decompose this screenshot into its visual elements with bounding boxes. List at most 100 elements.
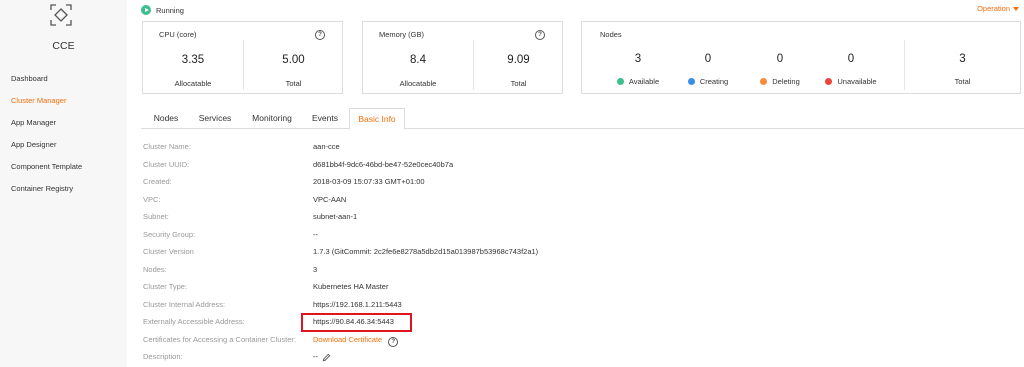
info-row: Security Group: -- bbox=[143, 230, 743, 242]
info-key: Cluster Internal Address: bbox=[143, 299, 226, 309]
info-row: Subnet: subnet-aan-1 bbox=[143, 212, 743, 224]
available-dot bbox=[616, 78, 624, 85]
info-value: subnet-aan-1 bbox=[313, 212, 358, 221]
highlight-box bbox=[301, 313, 412, 332]
legend-unavailable: Unavailable bbox=[811, 77, 891, 86]
info-value: 2018-03-09 15:07:33 GMT+01:00 bbox=[313, 177, 425, 186]
status-text: Running bbox=[156, 5, 184, 15]
sidebar-item-app-manager[interactable]: App Manager bbox=[0, 112, 127, 134]
download-certificate-link[interactable]: Download Certificate ? bbox=[313, 334, 399, 347]
description-text: -- bbox=[313, 352, 318, 361]
info-row: Cluster Type: Kubernetes HA Master bbox=[143, 282, 743, 294]
sidebar-item-component-template[interactable]: Component Template bbox=[0, 156, 127, 178]
memory-total: 9.09 Total bbox=[474, 22, 563, 93]
tab-nodes[interactable]: Nodes bbox=[146, 108, 186, 129]
info-row: Cluster UUID: d681bb4f-9dc6-46bd-be47-52… bbox=[143, 160, 743, 172]
info-key: Subnet: bbox=[143, 212, 169, 221]
info-key: Cluster Name: bbox=[143, 142, 191, 151]
info-key: VPC: bbox=[143, 194, 161, 204]
nodes-deleting-value: 0 bbox=[776, 53, 784, 65]
memory-allocatable: 8.4 Allocatable bbox=[363, 22, 473, 93]
tab-monitoring[interactable]: Monitoring bbox=[247, 108, 297, 129]
nodes-deleting: 0 Deleting bbox=[740, 22, 820, 93]
nodes-available: 3 Available bbox=[598, 22, 678, 93]
nodes-unavailable-label: Unavailable bbox=[837, 77, 877, 86]
operation-dropdown[interactable]: Operation bbox=[977, 4, 1019, 13]
operation-label: Operation bbox=[977, 4, 1010, 13]
nodes-total-value: 3 bbox=[959, 53, 966, 65]
cpu-total: 5.00 Total bbox=[244, 22, 343, 93]
info-row: Nodes: 3 bbox=[143, 265, 743, 277]
info-key: Nodes: bbox=[143, 264, 167, 274]
question-circle-icon[interactable]: ? bbox=[388, 336, 399, 347]
nodes-creating-value: 0 bbox=[704, 53, 712, 65]
cpu-total-value: 5.00 bbox=[282, 54, 305, 66]
info-row: Cluster Version 1.7.3 (GitCommit: 2c2fe6… bbox=[143, 247, 743, 259]
nodes-creating-label: Creating bbox=[699, 77, 729, 86]
info-key: Externally Accessible Address: bbox=[143, 317, 245, 326]
cpu-card: CPU (core) ? 3.35 Allocatable 5.00 Total bbox=[142, 21, 343, 94]
info-row: VPC: VPC-AAN bbox=[143, 195, 743, 207]
play-circle-icon bbox=[141, 5, 151, 15]
tab-services[interactable]: Services bbox=[194, 108, 236, 129]
deleting-dot bbox=[760, 78, 768, 85]
tab-events[interactable]: Events bbox=[307, 108, 343, 129]
sidebar-nav: Dashboard Cluster Manager App Manager Ap… bbox=[0, 68, 127, 200]
cpu-total-label: Total bbox=[285, 79, 302, 88]
sidebar: CCE Dashboard Cluster Manager App Manage… bbox=[0, 0, 127, 367]
nodes-total-label: Total bbox=[954, 77, 971, 86]
info-key: Description: bbox=[143, 352, 183, 361]
cpu-allocatable-value: 3.35 bbox=[181, 54, 205, 66]
caret-down-icon bbox=[1013, 6, 1019, 11]
info-row: Cluster Internal Address: https://192.16… bbox=[143, 300, 743, 312]
cpu-allocatable-label: Allocatable bbox=[174, 79, 212, 88]
sidebar-item-app-designer[interactable]: App Designer bbox=[0, 134, 127, 156]
memory-card: Memory (GB) ? 8.4 Allocatable 9.09 Total bbox=[362, 21, 563, 94]
sidebar-item-dashboard[interactable]: Dashboard bbox=[0, 68, 127, 90]
info-key: Cluster Type: bbox=[143, 282, 188, 291]
info-key: Certificates for Accessing a Container C… bbox=[143, 334, 296, 344]
cube-logo-icon bbox=[50, 4, 72, 26]
info-key: Security Group: bbox=[143, 229, 196, 239]
nodes-creating: 0 Creating bbox=[668, 22, 748, 93]
info-value: aan-cce bbox=[313, 142, 340, 151]
description-value: -- bbox=[313, 352, 331, 362]
info-key: Cluster UUID: bbox=[143, 159, 190, 169]
cpu-allocatable: 3.35 Allocatable bbox=[143, 22, 243, 93]
memory-allocatable-label: Allocatable bbox=[399, 79, 437, 88]
sidebar-item-cluster-manager[interactable]: Cluster Manager bbox=[0, 90, 127, 112]
memory-allocatable-value: 8.4 bbox=[410, 54, 426, 66]
service-name: CCE bbox=[52, 40, 75, 52]
tab-basic-info[interactable]: Basic Info bbox=[349, 108, 405, 130]
info-value: d681bb4f-9dc6-46bd-be47-52e0cec40b7a bbox=[313, 159, 454, 169]
info-row: Created: 2018-03-09 15:07:33 GMT+01:00 bbox=[143, 177, 743, 189]
cluster-status: Running bbox=[141, 4, 184, 16]
creating-dot bbox=[687, 78, 695, 85]
info-value: VPC-AAN bbox=[313, 194, 347, 204]
memory-total-label: Total bbox=[510, 79, 527, 88]
nodes-unavailable: 0 Unavailable bbox=[811, 22, 891, 93]
info-value: 3 bbox=[313, 264, 318, 274]
memory-total-value: 9.09 bbox=[507, 54, 530, 66]
info-value: 1.7.3 (GitCommit: 2c2fe6e8278a5db2d15a01… bbox=[313, 247, 539, 256]
nodes-available-label: Available bbox=[628, 77, 660, 86]
cluster-tabs: Nodes Services Monitoring Events Basic I… bbox=[141, 108, 1024, 130]
nodes-unavailable-value: 0 bbox=[847, 53, 855, 65]
info-value: -- bbox=[313, 229, 318, 239]
info-row: Externally Accessible Address: https://9… bbox=[143, 317, 743, 329]
info-key: Created: bbox=[143, 177, 172, 186]
info-row: Cluster Name: aan-cce bbox=[143, 142, 743, 154]
info-key: Cluster Version bbox=[143, 247, 194, 256]
nodes-available-value: 3 bbox=[634, 53, 642, 65]
info-value: Kubernetes HA Master bbox=[313, 282, 389, 291]
legend-available: Available bbox=[598, 77, 678, 86]
sidebar-item-container-registry[interactable]: Container Registry bbox=[0, 178, 127, 200]
pencil-icon[interactable] bbox=[322, 353, 331, 362]
info-value: https://192.168.1.211:5443 bbox=[313, 299, 402, 309]
info-row: Certificates for Accessing a Container C… bbox=[143, 335, 743, 347]
unavailable-dot bbox=[825, 78, 833, 85]
download-certificate-label: Download Certificate bbox=[313, 334, 383, 344]
nodes-card: Nodes 3 Available 0 Creating 0 Deleting … bbox=[581, 21, 1021, 94]
legend-creating: Creating bbox=[668, 77, 748, 86]
nodes-deleting-label: Deleting bbox=[772, 77, 800, 86]
